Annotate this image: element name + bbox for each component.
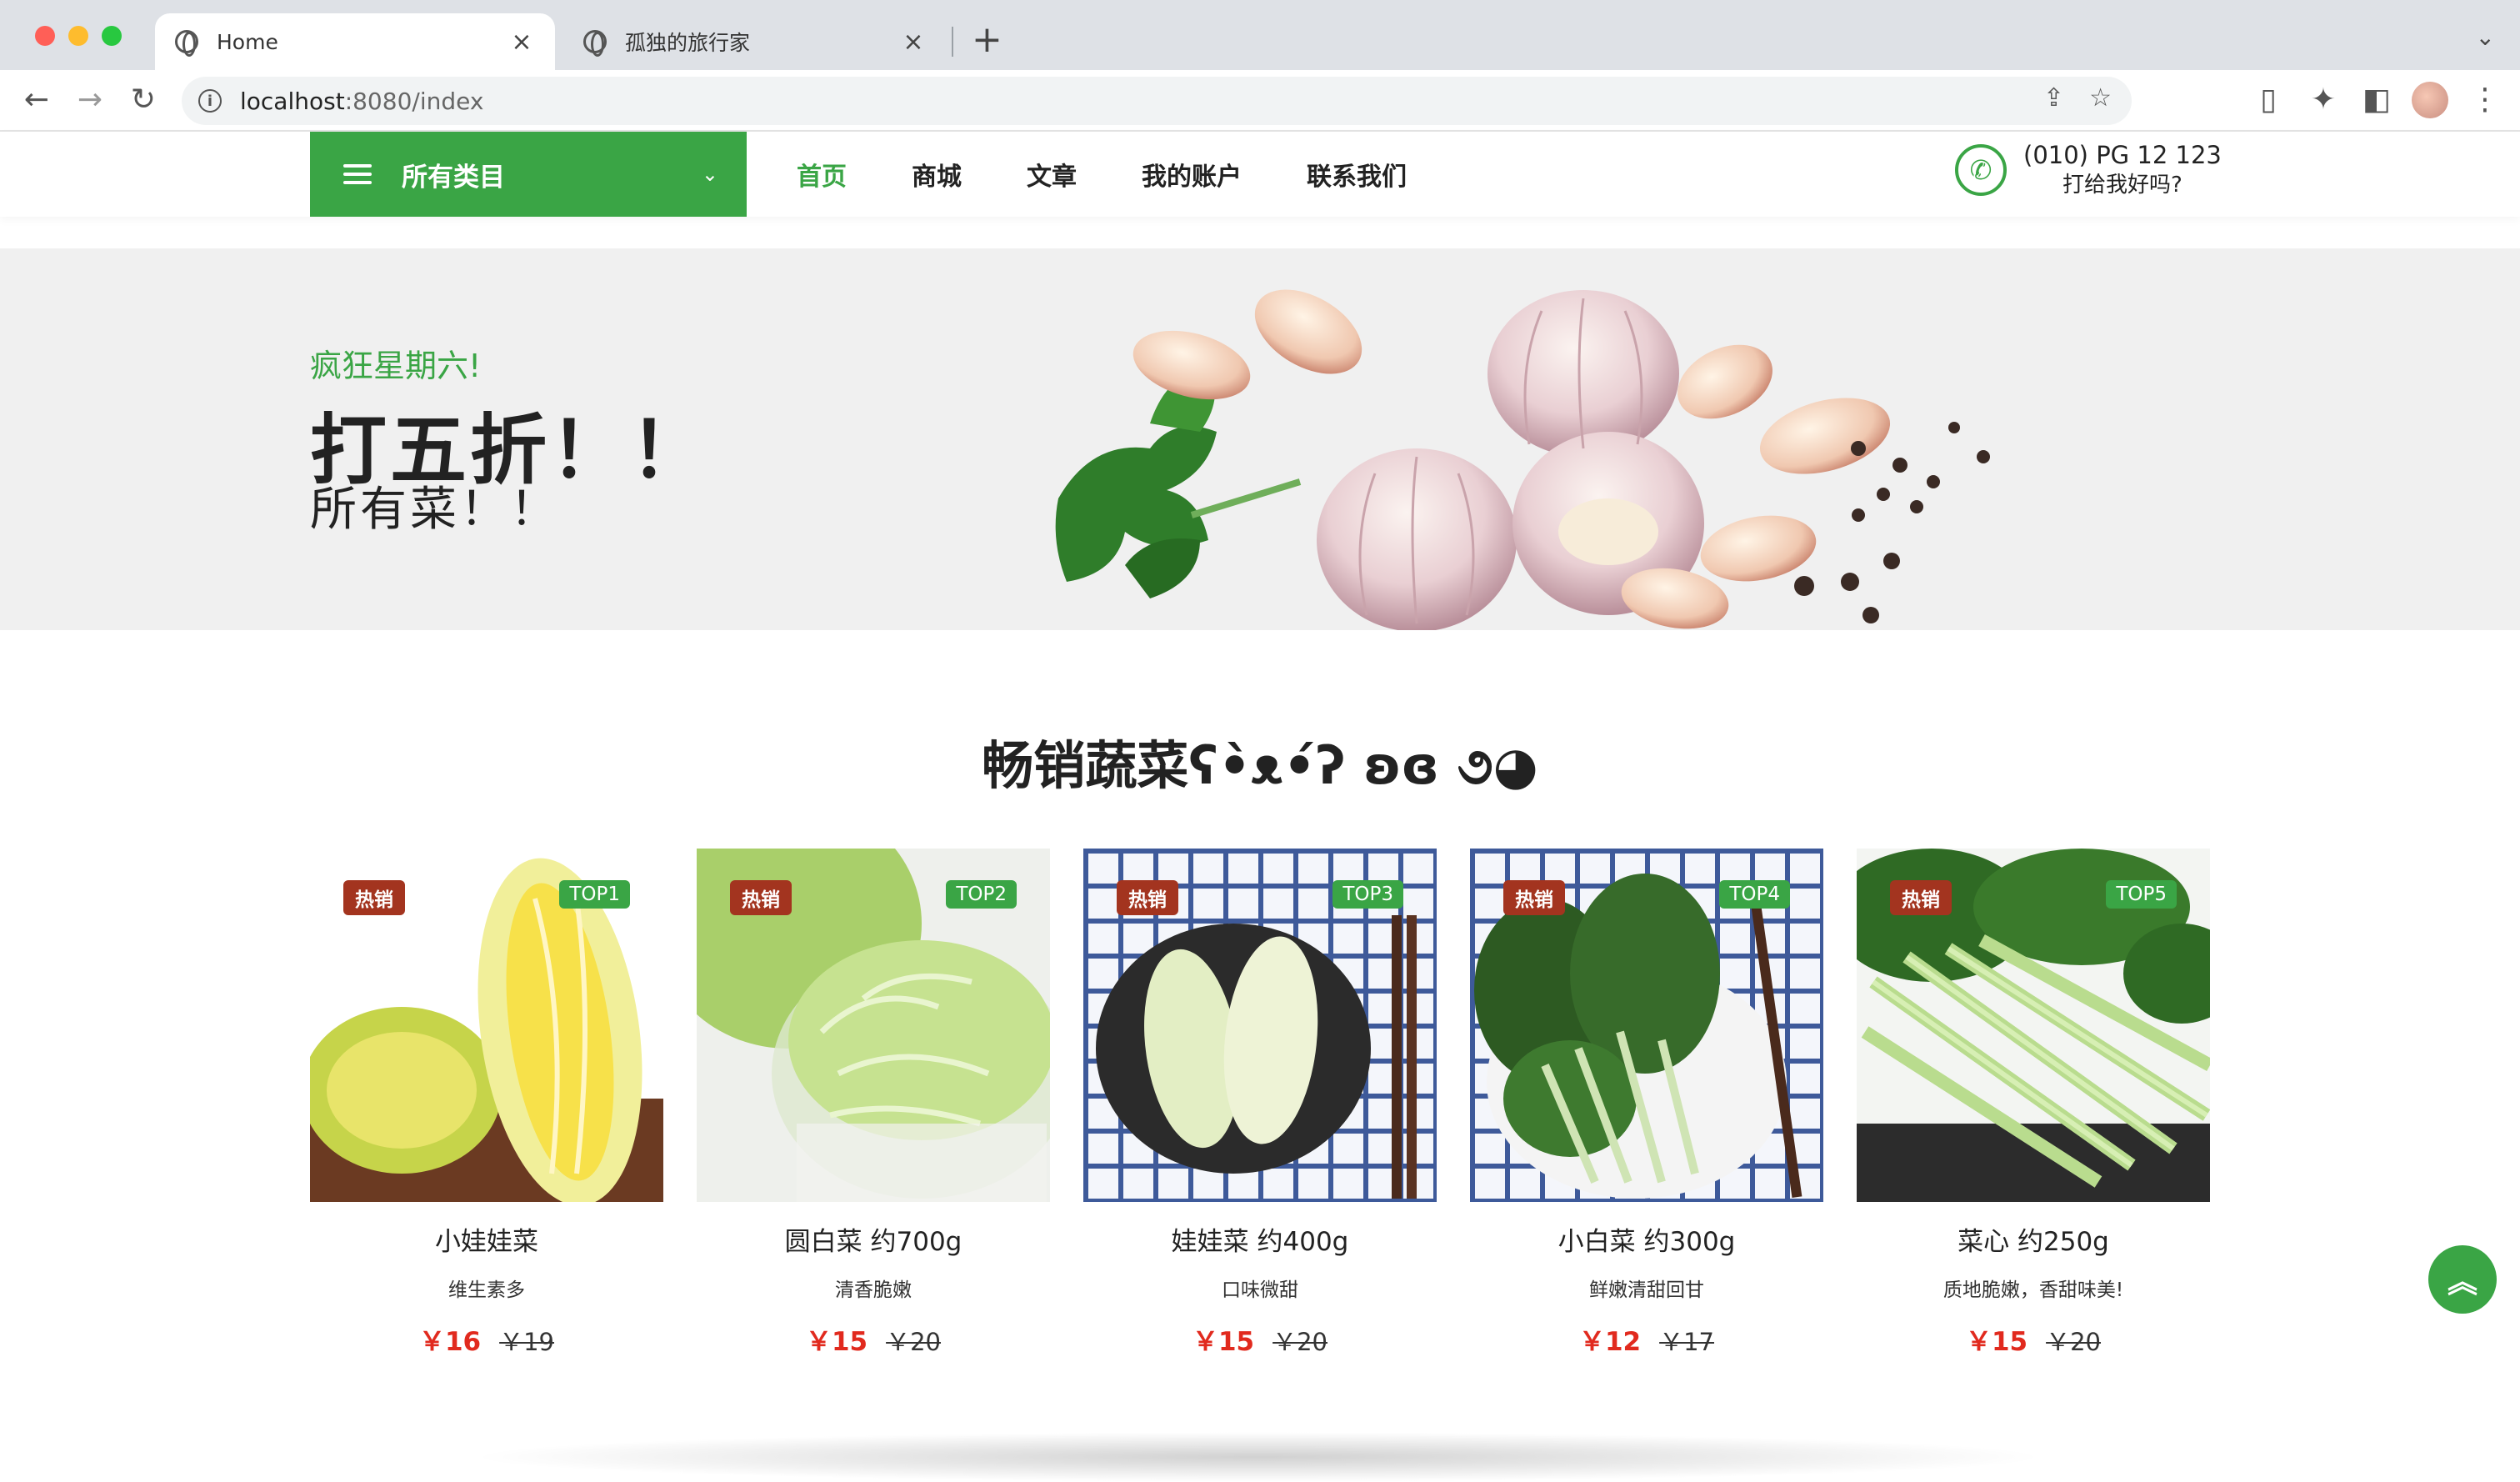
hot-badge: 热销 — [343, 880, 405, 915]
original-price: ￥20 — [886, 1328, 942, 1356]
side-panel-icon[interactable]: ◧ — [2358, 82, 2395, 118]
profile-avatar[interactable] — [2412, 82, 2448, 118]
minimize-window-button[interactable] — [68, 26, 88, 46]
info-icon[interactable]: i — [198, 89, 222, 113]
back-to-top-button[interactable]: ︽ — [2428, 1245, 2497, 1314]
original-price: ￥20 — [1272, 1328, 1328, 1356]
site-header: 所有类目 ⌄ 首页 商城 文章 我的账户 联系我们 ✆ (010) PG 12 … — [0, 132, 2520, 217]
tab-title: 孤独的旅行家 — [625, 31, 751, 55]
star-icon[interactable]: ☆ — [2089, 83, 2112, 113]
garlic-image — [1055, 289, 1990, 630]
product-desc: 鲜嫩清甜回甘 — [1589, 1279, 1704, 1301]
product-image[interactable]: 热销 TOP4 — [1470, 849, 1823, 1202]
hero-banner[interactable]: 疯狂星期六! 打五折！！ 所有菜！！ — [0, 248, 2520, 630]
nav-articles[interactable]: 文章 — [1027, 156, 1077, 193]
extensions-icon[interactable]: ✦ — [2305, 82, 2342, 118]
footer-shadow — [467, 1432, 2050, 1482]
reload-icon[interactable]: ↻ — [125, 82, 162, 118]
hamburger-icon — [343, 164, 372, 184]
product-price: ￥15 ￥20 — [697, 1320, 1050, 1358]
current-price: ￥15 — [1192, 1327, 1255, 1357]
product-price: ￥12 ￥17 — [1470, 1320, 1823, 1358]
product-price: ￥15 ￥20 — [1857, 1320, 2210, 1358]
current-price: ￥15 — [805, 1327, 868, 1357]
product-name[interactable]: 菜心 约250g — [1857, 1220, 2210, 1258]
address-bar[interactable]: i localhost:8080/index ⇪ ☆ — [182, 77, 2132, 125]
section-title: 畅销蔬菜ʕ•̀ᴥ•́ʔ ʚɞ ૭◕ — [982, 735, 1538, 796]
product-desc: 质地脆嫩，香甜味美! — [1942, 1279, 2124, 1301]
nav-my-account[interactable]: 我的账户 — [1142, 156, 1242, 193]
browser-toolbar: ← → ↻ i localhost:8080/index ⇪ ☆ ▯ ✦ ◧ ⋮ — [0, 70, 2520, 132]
chevron-down-icon[interactable]: ⌄ — [2476, 23, 2495, 51]
product-image[interactable]: 热销 TOP2 — [697, 849, 1050, 1202]
hot-badge: 热销 — [1503, 880, 1565, 915]
current-price: ￥16 — [418, 1327, 482, 1357]
close-window-button[interactable] — [35, 26, 55, 46]
rank-badge: TOP4 — [1719, 880, 1790, 909]
nav-home[interactable]: 首页 — [797, 156, 847, 193]
hot-badge: 热销 — [730, 880, 792, 915]
product-desc: 清香脆嫩 — [835, 1279, 912, 1301]
hot-badge: 热销 — [1890, 880, 1952, 915]
maximize-window-button[interactable] — [102, 26, 122, 46]
tab-home[interactable]: Home × — [155, 13, 555, 70]
product-price: ￥16 ￥19 — [310, 1320, 663, 1358]
phone-number: (010) PG 12 123 — [2023, 141, 2222, 169]
tab-traveler[interactable]: 孤独的旅行家 × — [563, 13, 947, 70]
forward-arrow-icon[interactable]: → — [72, 82, 108, 118]
globe-icon — [583, 30, 607, 57]
product-image[interactable]: 热销 TOP3 — [1083, 849, 1437, 1202]
product-name[interactable]: 圆白菜 约700g — [697, 1220, 1050, 1258]
tab-divider — [952, 27, 953, 57]
all-categories-button[interactable]: 所有类目 ⌄ — [310, 132, 747, 217]
product-price: ￥15 ￥20 — [1083, 1320, 1437, 1358]
close-icon[interactable]: × — [900, 28, 927, 57]
main-nav: 首页 商城 文章 我的账户 联系我们 — [797, 132, 1407, 217]
product-card[interactable]: 热销 TOP3 娃娃菜 约400g 口味微甜 ￥15 ￥20 — [1083, 849, 1437, 1365]
hero-subtitle: 疯狂星期六! — [310, 348, 482, 384]
globe-icon — [175, 30, 198, 57]
product-card[interactable]: 热销 TOP1 小娃娃菜 维生素多 ￥16 ￥19 — [310, 849, 663, 1365]
product-name[interactable]: 小白菜 约300g — [1470, 1220, 1823, 1258]
category-label: 所有类目 — [402, 162, 505, 193]
product-card[interactable]: 热销 TOP4 小白菜 约300g 鲜嫩清甜回甘 ￥12 ￥17 — [1470, 849, 1823, 1365]
product-card[interactable]: 热销 TOP5 菜心 约250g 质地脆嫩，香甜味美! ￥15 ￥20 — [1857, 849, 2210, 1365]
product-image[interactable]: 热销 TOP5 — [1857, 849, 2210, 1202]
browser-titlebar: Home × 孤独的旅行家 × + ⌄ — [0, 0, 2520, 70]
new-tab-button[interactable]: + — [972, 18, 1002, 61]
tab-title: Home — [217, 29, 278, 54]
product-list: 热销 TOP1 小娃娃菜 维生素多 ￥16 ￥19 热销 TOP2 圆白菜 约70… — [310, 849, 2210, 1365]
product-name[interactable]: 娃娃菜 约400g — [1083, 1220, 1437, 1258]
product-image[interactable]: 热销 TOP1 — [310, 849, 663, 1202]
product-desc: 口味微甜 — [1222, 1279, 1298, 1301]
original-price: ￥17 — [1659, 1328, 1715, 1356]
phone-subtitle: 打给我好吗? — [2062, 173, 2182, 198]
product-name[interactable]: 小娃娃菜 — [310, 1220, 663, 1258]
phone-contact[interactable]: ✆ (010) PG 12 123 打给我好吗? — [1955, 140, 2222, 200]
kebab-menu-icon[interactable]: ⋮ — [2467, 82, 2503, 118]
rank-badge: TOP2 — [946, 880, 1017, 909]
hot-badge: 热销 — [1117, 880, 1178, 915]
back-arrow-icon[interactable]: ← — [18, 82, 55, 118]
product-desc: 维生素多 — [448, 1279, 525, 1301]
hero-description: 所有菜！！ — [310, 483, 560, 537]
rank-badge: TOP5 — [2106, 880, 2177, 909]
bookmark-icon[interactable]: ▯ — [2250, 82, 2287, 118]
phone-icon: ✆ — [1955, 144, 2007, 196]
product-card[interactable]: 热销 TOP2 圆白菜 约700g 清香脆嫩 ￥15 ￥20 — [697, 849, 1050, 1365]
nav-shop[interactable]: 商城 — [912, 156, 962, 193]
close-icon[interactable]: × — [508, 28, 535, 57]
original-price: ￥19 — [499, 1328, 555, 1356]
original-price: ￥20 — [2046, 1328, 2102, 1356]
share-icon[interactable]: ⇪ — [2043, 83, 2064, 113]
current-price: ￥12 — [1578, 1327, 1642, 1357]
current-price: ￥15 — [1965, 1327, 2028, 1357]
chevron-down-icon: ⌄ — [701, 163, 718, 186]
rank-badge: TOP1 — [559, 880, 630, 909]
nav-contact[interactable]: 联系我们 — [1307, 156, 1407, 193]
rank-badge: TOP3 — [1332, 880, 1403, 909]
url-text[interactable]: localhost:8080/index — [240, 88, 483, 115]
